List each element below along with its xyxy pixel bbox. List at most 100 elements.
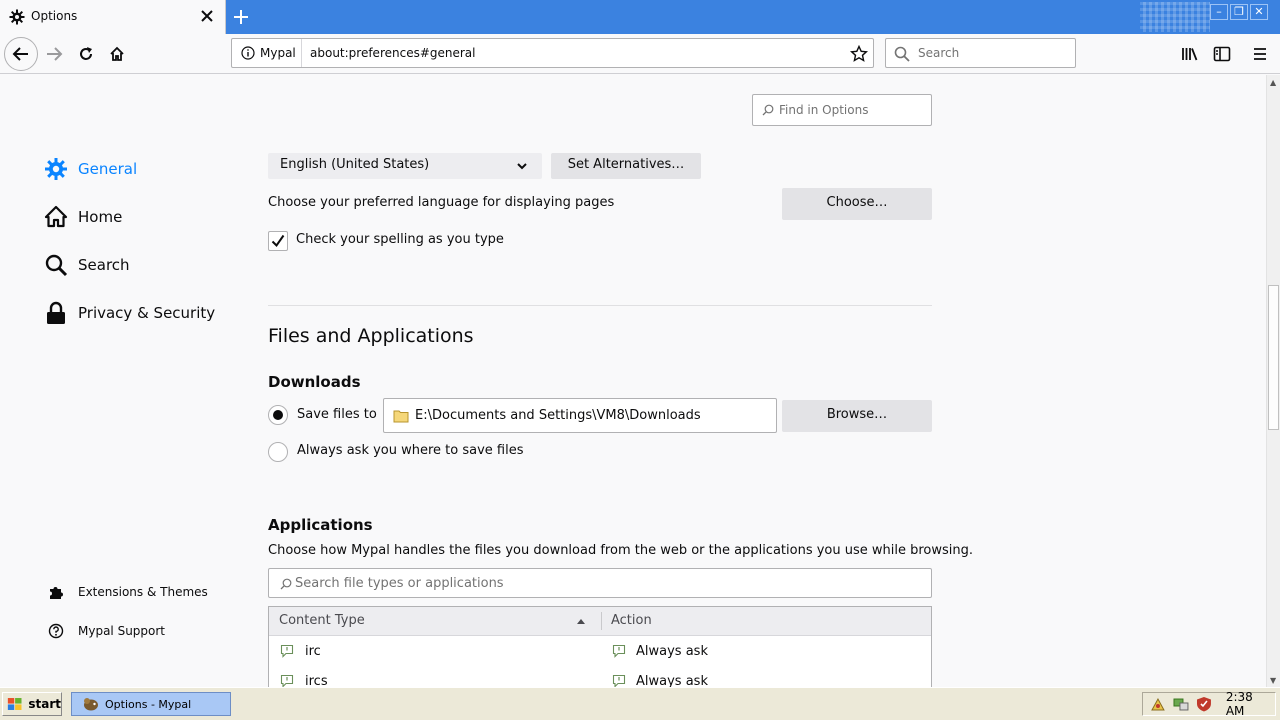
chat-bubble-icon <box>612 644 626 658</box>
search-file-types-input[interactable]: Search file types or applications <box>268 568 932 598</box>
security-tray-icon[interactable] <box>1149 696 1167 712</box>
search-file-types-placeholder: Search file types or applications <box>295 576 504 591</box>
forward-button[interactable] <box>38 38 70 70</box>
files-applications-heading: Files and Applications <box>268 325 474 347</box>
save-files-radio[interactable] <box>268 405 288 425</box>
start-button[interactable]: start <box>2 692 62 716</box>
sidebar-item-label: General <box>78 160 138 178</box>
shield-tray-icon[interactable] <box>1195 696 1213 712</box>
back-button[interactable] <box>4 37 38 71</box>
scrollbar-thumb[interactable] <box>1268 285 1279 430</box>
gear-icon <box>44 157 68 181</box>
find-in-options-input[interactable]: Find in Options <box>752 94 932 126</box>
find-placeholder: Find in Options <box>779 103 869 117</box>
checkmark-icon <box>271 234 285 248</box>
search-bar[interactable]: Search <box>885 38 1076 68</box>
window-controls: – ❐ ✕ <box>1210 4 1268 20</box>
info-icon <box>241 46 255 60</box>
forward-arrow-icon <box>47 47 63 61</box>
sidebar-item-home[interactable]: Home <box>44 203 122 231</box>
section-divider <box>268 305 932 306</box>
site-identity-button[interactable]: Mypal <box>232 39 302 67</box>
help-icon <box>48 623 64 639</box>
close-tab-icon[interactable] <box>200 9 214 23</box>
column-separator[interactable] <box>601 612 602 630</box>
chat-bubble-icon <box>280 644 294 658</box>
scroll-down-arrow-icon[interactable]: ▼ <box>1270 676 1276 685</box>
set-alternatives-button[interactable]: Set Alternatives… <box>551 153 701 179</box>
always-ask-radio[interactable] <box>268 442 288 462</box>
sidebar-item-label: Home <box>78 208 123 226</box>
search-icon <box>280 578 292 590</box>
browse-button[interactable]: Browse… <box>782 400 932 432</box>
restore-button[interactable]: ❐ <box>1230 4 1248 20</box>
sidebar-icon <box>1213 46 1231 62</box>
library-button[interactable] <box>1174 38 1206 70</box>
spellcheck-checkbox[interactable] <box>268 231 288 251</box>
page-language-label: Choose your preferred language for displ… <box>268 195 615 210</box>
url-bar[interactable]: Mypal about:preferences#general <box>231 38 874 68</box>
column-header-action[interactable]: Action <box>611 613 652 628</box>
sidebar-item-general[interactable]: General <box>44 155 137 183</box>
sidebar-link-extensions-themes[interactable]: Extensions & Themes <box>48 582 208 602</box>
column-header-content-type[interactable]: Content Type <box>279 613 365 628</box>
bookmark-star-icon[interactable] <box>850 45 868 63</box>
start-label: start <box>28 697 61 711</box>
content-type-cell: irc <box>305 644 321 659</box>
system-tray: 2:38 AM <box>1142 690 1276 718</box>
home-icon <box>110 46 124 61</box>
folder-icon <box>393 410 409 423</box>
table-row[interactable]: ircs Always ask <box>269 667 931 687</box>
download-folder-field: E:\Documents and Settings\VM8\Downloads <box>383 398 777 433</box>
tab-title: Options <box>31 9 78 23</box>
menu-button[interactable] <box>1244 38 1276 70</box>
chat-bubble-icon <box>612 674 626 687</box>
sidebar-toggle-button[interactable] <box>1206 38 1238 70</box>
extensions-themes-label: Extensions & Themes <box>78 585 208 599</box>
search-icon <box>762 104 774 116</box>
spellcheck-label: Check your spelling as you type <box>296 232 504 247</box>
action-cell: Always ask <box>636 674 708 687</box>
always-ask-label: Always ask you where to save files <box>297 443 524 458</box>
tabstrip-decoration <box>1140 2 1210 32</box>
sidebar-item-label: Privacy & Security <box>78 304 216 322</box>
close-window-button[interactable]: ✕ <box>1250 4 1268 20</box>
reload-button[interactable] <box>70 38 102 70</box>
choose-language-button[interactable]: Choose… <box>782 188 932 220</box>
search-placeholder: Search <box>918 46 960 60</box>
table-header: Content Type Action <box>269 607 931 636</box>
search-icon <box>894 46 910 62</box>
url-text[interactable]: about:preferences#general <box>310 46 476 60</box>
navigation-toolbar: Mypal about:preferences#general Search <box>0 34 1280 74</box>
taskbar-item-options-mypal[interactable]: Options - Mypal <box>71 692 231 716</box>
taskbar: start Options - Mypal 2:38 AM <box>0 687 1280 720</box>
clock: 2:38 AM <box>1225 690 1253 718</box>
home-button[interactable] <box>101 38 133 70</box>
table-row[interactable]: irc Always ask <box>269 637 931 667</box>
download-path: E:\Documents and Settings\VM8\Downloads <box>415 408 701 423</box>
preferences-content: Find in Options General Home Search Priv… <box>0 75 1266 687</box>
page-scrollbar[interactable]: ▲ ▼ <box>1266 75 1280 687</box>
lock-icon <box>44 301 68 325</box>
content-type-cell: ircs <box>305 674 328 687</box>
language-selected-value: English (United States) <box>280 157 430 172</box>
mypal-app-icon <box>84 698 98 711</box>
sidebar-item-search[interactable]: Search <box>44 251 130 279</box>
network-tray-icon[interactable] <box>1172 696 1190 712</box>
new-tab-icon[interactable] <box>232 8 250 26</box>
tab-strip: Options – ❐ ✕ <box>0 0 1280 34</box>
sidebar-item-privacy-security[interactable]: Privacy & Security <box>44 299 215 327</box>
chevron-down-icon <box>517 163 527 170</box>
downloads-heading: Downloads <box>268 373 361 391</box>
action-cell: Always ask <box>636 644 708 659</box>
minimize-button[interactable]: – <box>1210 4 1228 20</box>
sort-ascending-icon <box>577 619 585 624</box>
language-select[interactable]: English (United States) <box>268 153 542 179</box>
sidebar-link-support[interactable]: Mypal Support <box>48 621 165 641</box>
tab-options[interactable]: Options <box>0 0 226 34</box>
applications-table: Content Type Action irc Always ask ircs … <box>268 606 932 687</box>
scroll-up-arrow-icon[interactable]: ▲ <box>1270 78 1276 87</box>
sidebar-item-label: Search <box>78 256 130 274</box>
magnifier-icon <box>44 253 68 277</box>
hamburger-menu-icon <box>1254 48 1266 60</box>
